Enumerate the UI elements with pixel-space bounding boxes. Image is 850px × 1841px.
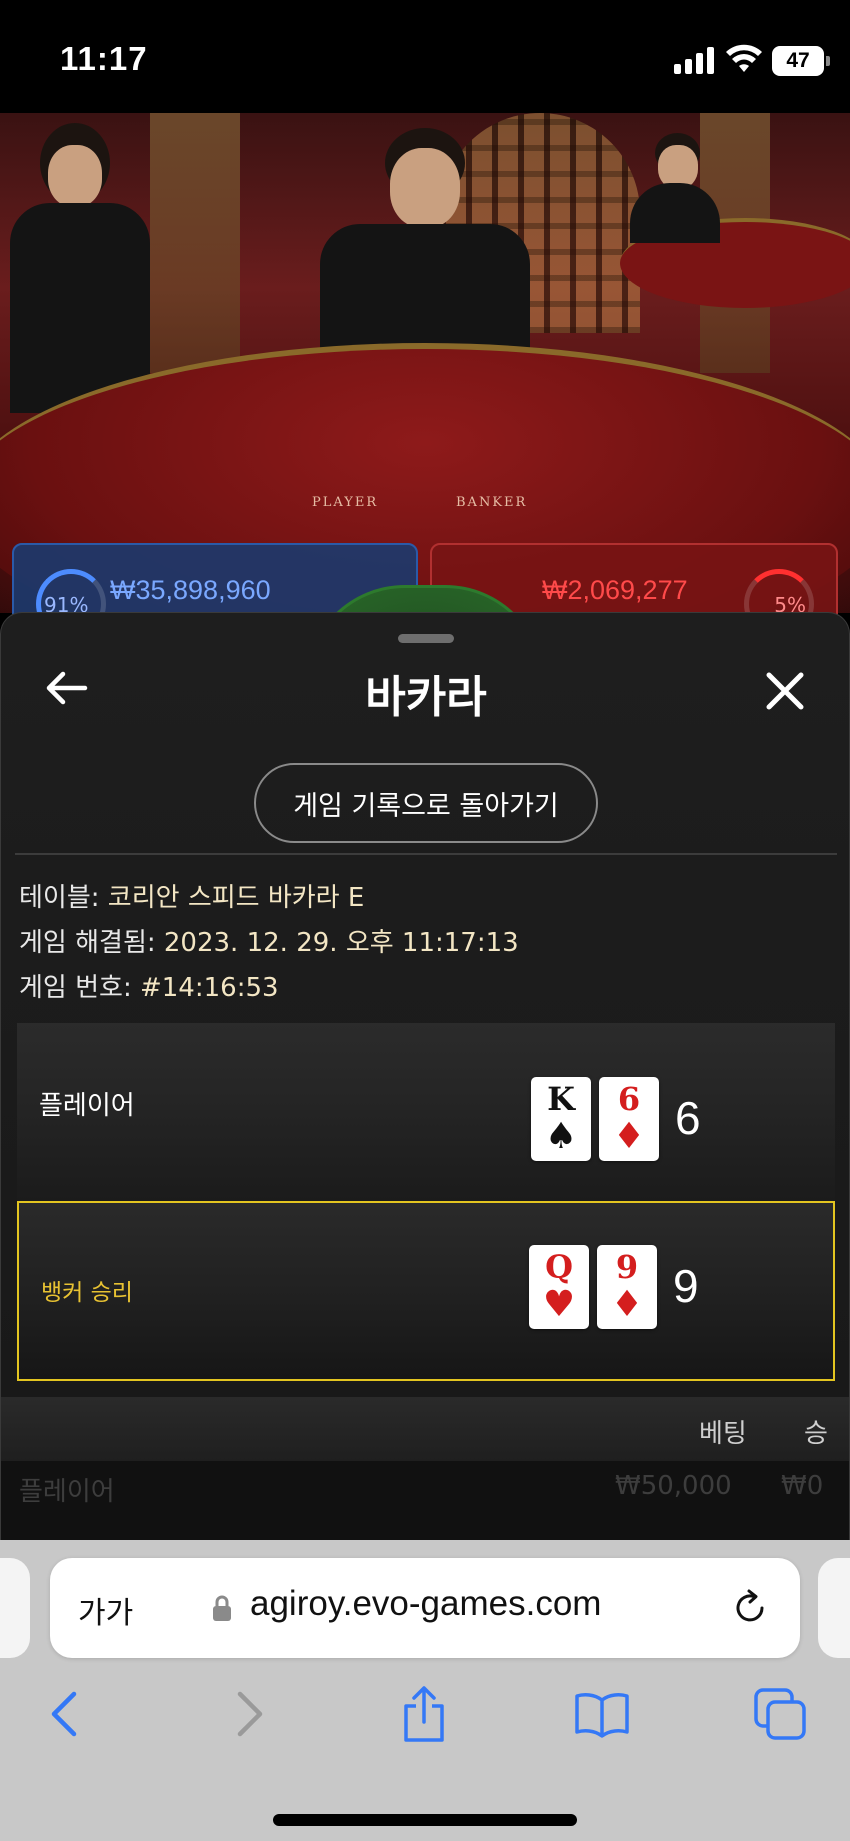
banker-win-label: 뱅커 승리 [41, 1280, 133, 1306]
bets-table-header: 베팅 승 [1, 1397, 849, 1461]
previous-tab-peek[interactable] [0, 1558, 30, 1658]
banker-score: 9 [673, 1260, 699, 1312]
battery-icon: 47 [772, 46, 830, 76]
dealer-left [10, 123, 150, 423]
browser-toolbar: 가가 agiroy.evo-games.com [0, 1540, 850, 1841]
info-resolved-value: 2023. 12. 29. 오후 11:17:13 [163, 928, 519, 958]
info-resolved: 게임 해결됨: 2023. 12. 29. 오후 11:17:13 [19, 922, 519, 959]
banker-bet-total: ₩2,069,277 [542, 575, 688, 605]
status-time: 11:17 [60, 40, 148, 77]
forward-icon[interactable] [220, 1686, 276, 1742]
sheet-grabber[interactable] [398, 634, 454, 643]
win-amount-cell: ₩0 [781, 1471, 824, 1501]
live-video-stream[interactable]: PLAYER BANKER [0, 113, 850, 613]
info-table-value: 코리안 스피드 바카라 E [107, 883, 365, 913]
reload-icon[interactable] [730, 1588, 770, 1628]
table-label-player: PLAYER [312, 495, 379, 510]
info-game-number: 게임 번호: #14:16:53 [19, 967, 279, 1004]
info-game-number-label: 게임 번호: [19, 973, 132, 1003]
decor-panel [150, 113, 240, 373]
bookmarks-icon[interactable] [574, 1686, 630, 1742]
info-table: 테이블: 코리안 스피드 바카라 E [19, 877, 364, 914]
playing-card: 6 ♦ [599, 1077, 659, 1161]
info-resolved-label: 게임 해결됨: [19, 928, 156, 958]
wifi-icon [726, 44, 762, 72]
header-win: 승 [804, 1419, 828, 1449]
close-icon[interactable] [757, 663, 813, 719]
status-bar: 11:17 47 [0, 0, 850, 113]
dealer-right [630, 133, 720, 243]
bet-amount-cell: ₩50,000 [615, 1471, 732, 1501]
address-bar[interactable]: 가가 agiroy.evo-games.com [50, 1558, 800, 1658]
tabs-icon[interactable] [752, 1686, 808, 1742]
text-size-button[interactable]: 가가 [78, 1588, 133, 1632]
cellular-signal-icon [674, 46, 714, 74]
divider [15, 853, 837, 855]
player-hand: 플레이어 K ♠ 6 ♦ 6 [17, 1023, 835, 1201]
bet-type-cell: 플레이어 [19, 1477, 115, 1507]
header-bet: 베팅 [699, 1419, 747, 1449]
banker-hand: 뱅커 승리 Q ♥ 9 ♦ 9 [17, 1201, 835, 1381]
page-title: 바카라 [365, 672, 487, 723]
table-label-banker: BANKER [456, 495, 528, 510]
player-bet-total: ₩35,898,960 [110, 575, 271, 605]
playing-card: 9 ♦ [597, 1245, 657, 1329]
back-icon[interactable] [38, 1686, 94, 1742]
table-row: 플레이어 ₩50,000 ₩0 [1, 1461, 849, 1540]
share-icon[interactable] [396, 1686, 452, 1742]
back-to-history-button[interactable]: 게임 기록으로 돌아가기 [254, 763, 598, 843]
lock-icon [213, 1595, 231, 1621]
game-detail-sheet: 바카라 게임 기록으로 돌아가기 테이블: 코리안 스피드 바카라 E 게임 해… [0, 612, 850, 1540]
info-table-label: 테이블: [19, 883, 100, 913]
info-game-number-value: #14:16:53 [139, 973, 279, 1003]
playing-card: Q ♥ [529, 1245, 589, 1329]
playing-card: K ♠ [531, 1077, 591, 1161]
home-indicator [273, 1814, 577, 1826]
next-tab-peek[interactable] [818, 1558, 850, 1658]
player-score: 6 [675, 1092, 701, 1144]
player-hand-label: 플레이어 [39, 1091, 135, 1121]
url-text[interactable]: agiroy.evo-games.com [250, 1584, 601, 1624]
